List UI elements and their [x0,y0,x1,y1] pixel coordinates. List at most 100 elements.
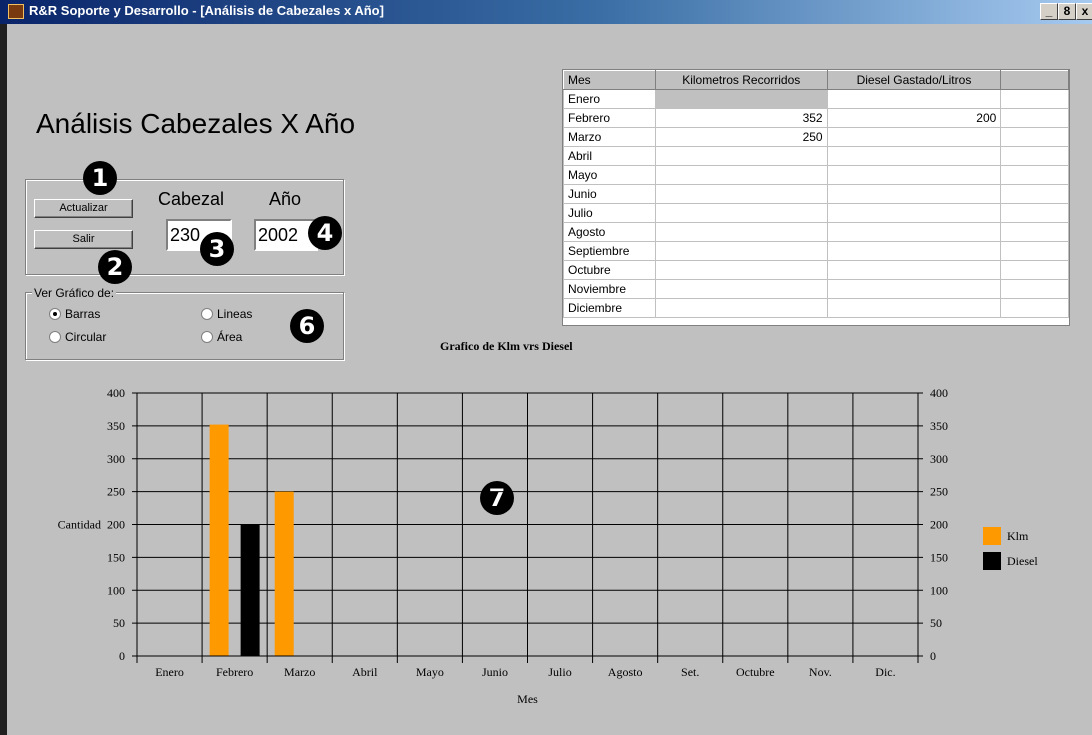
month-cell[interactable]: Mayo [563,165,656,185]
table-cell[interactable] [1000,298,1069,318]
table-row[interactable]: Mayo [563,165,1069,185]
update-button[interactable]: Actualizar [34,199,133,218]
month-cell[interactable]: Diciembre [563,298,656,318]
cabezal-label: Cabezal [158,189,225,209]
table-row[interactable]: Febrero 352 200 [563,108,1069,128]
table-cell[interactable] [1000,203,1069,223]
radio-circular[interactable]: Circular [49,330,106,344]
column-header-2[interactable]: Diesel Gastado/Litros [826,70,1002,90]
restore-button[interactable]: 8 [1058,3,1076,20]
table-row[interactable]: Diciembre [563,298,1069,318]
month-cell[interactable]: Febrero [563,108,656,128]
column-header-1[interactable]: Kilometros Recorridos [654,70,828,90]
callout-6: 6 [290,309,324,343]
month-cell[interactable]: Noviembre [563,279,656,299]
table-cell[interactable] [826,89,1002,109]
exit-button[interactable]: Salir [34,230,133,249]
close-button[interactable]: x [1076,3,1092,20]
x-tick-label: Marzo [284,665,315,679]
table-cell[interactable] [1000,165,1069,185]
table-cell[interactable] [826,146,1002,166]
table-row[interactable]: Enero [563,89,1069,109]
y-tick-label-right: 200 [930,518,948,532]
table-cell[interactable] [654,279,828,299]
month-cell[interactable]: Marzo [563,127,656,147]
table-cell[interactable] [654,184,828,204]
table-cell[interactable] [1000,184,1069,204]
x-tick-label: Julio [548,665,571,679]
table-row[interactable]: Noviembre [563,279,1069,299]
table-cell[interactable] [1000,222,1069,242]
table-cell[interactable] [654,203,828,223]
table-cell[interactable] [654,241,828,261]
callout-2: 2 [98,250,132,284]
table-cell[interactable] [826,279,1002,299]
table-cell[interactable] [826,127,1002,147]
y-tick-label: 0 [119,649,125,663]
month-cell[interactable]: Junio [563,184,656,204]
month-cell[interactable]: Agosto [563,222,656,242]
y-tick-label-right: 350 [930,419,948,433]
y-tick-label-right: 150 [930,550,948,564]
callout-1: 1 [83,161,117,195]
column-header-0[interactable]: Mes [563,70,656,90]
table-row[interactable]: Julio [563,203,1069,223]
month-cell[interactable]: Abril [563,146,656,166]
table-row[interactable]: Agosto [563,222,1069,242]
table-cell[interactable] [826,184,1002,204]
month-cell[interactable]: Enero [563,89,656,109]
table-cell[interactable] [1000,127,1069,147]
window-left-edge [0,24,7,735]
radio-icon [49,330,61,343]
table-cell[interactable] [654,89,828,109]
legend-swatch-klm [983,527,1001,545]
table-cell[interactable] [1000,241,1069,261]
data-grid[interactable]: Mes Kilometros Recorridos Diesel Gastado/L… [562,69,1070,326]
chart-title: Grafico de Klm vrs Diesel [440,339,573,353]
column-header-3[interactable] [1000,70,1069,90]
table-cell[interactable] [654,146,828,166]
table-cell[interactable] [1000,89,1069,109]
table-cell[interactable] [826,222,1002,242]
table-row[interactable]: Septiembre [563,241,1069,261]
table-cell[interactable] [1000,279,1069,299]
x-tick-label: Mayo [416,665,444,679]
month-cell[interactable]: Julio [563,203,656,223]
table-cell[interactable]: 352 [654,108,828,128]
page-title: Análisis Cabezales X Año [36,108,356,139]
table-cell[interactable] [1000,146,1069,166]
minimize-button[interactable]: _ [1040,3,1058,20]
table-cell[interactable]: 200 [826,108,1002,128]
table-row[interactable]: Abril [563,146,1069,166]
table-row[interactable]: Marzo 250 [563,127,1069,147]
table-cell[interactable]: 250 [654,127,828,147]
radio-barras[interactable]: Barras [49,307,100,321]
radio-area[interactable]: Área [201,330,242,344]
table-cell[interactable] [654,298,828,318]
table-cell[interactable] [1000,108,1069,128]
table-cell[interactable] [654,260,828,280]
callout-4: 4 [308,216,342,250]
x-axis-label: Mes [517,692,538,706]
table-cell[interactable] [826,260,1002,280]
table-cell[interactable] [826,165,1002,185]
table-cell[interactable] [826,203,1002,223]
y-tick-label: 250 [107,485,125,499]
app-icon [8,4,24,19]
month-cell[interactable]: Septiembre [563,241,656,261]
y-tick-label-right: 0 [930,649,936,663]
radio-selected-icon [49,307,61,320]
radio-icon [201,330,213,343]
table-cell[interactable] [826,298,1002,318]
month-cell[interactable]: Octubre [563,260,656,280]
bar-klm-marzo [274,491,294,656]
y-tick-label: 50 [113,616,125,630]
table-cell[interactable] [1000,260,1069,280]
radio-lineas[interactable]: Lineas [201,307,252,321]
table-cell[interactable] [654,222,828,242]
table-cell[interactable] [826,241,1002,261]
x-tick-label: Nov. [809,665,832,679]
table-row[interactable]: Junio [563,184,1069,204]
table-row[interactable]: Octubre [563,260,1069,280]
table-cell[interactable] [654,165,828,185]
